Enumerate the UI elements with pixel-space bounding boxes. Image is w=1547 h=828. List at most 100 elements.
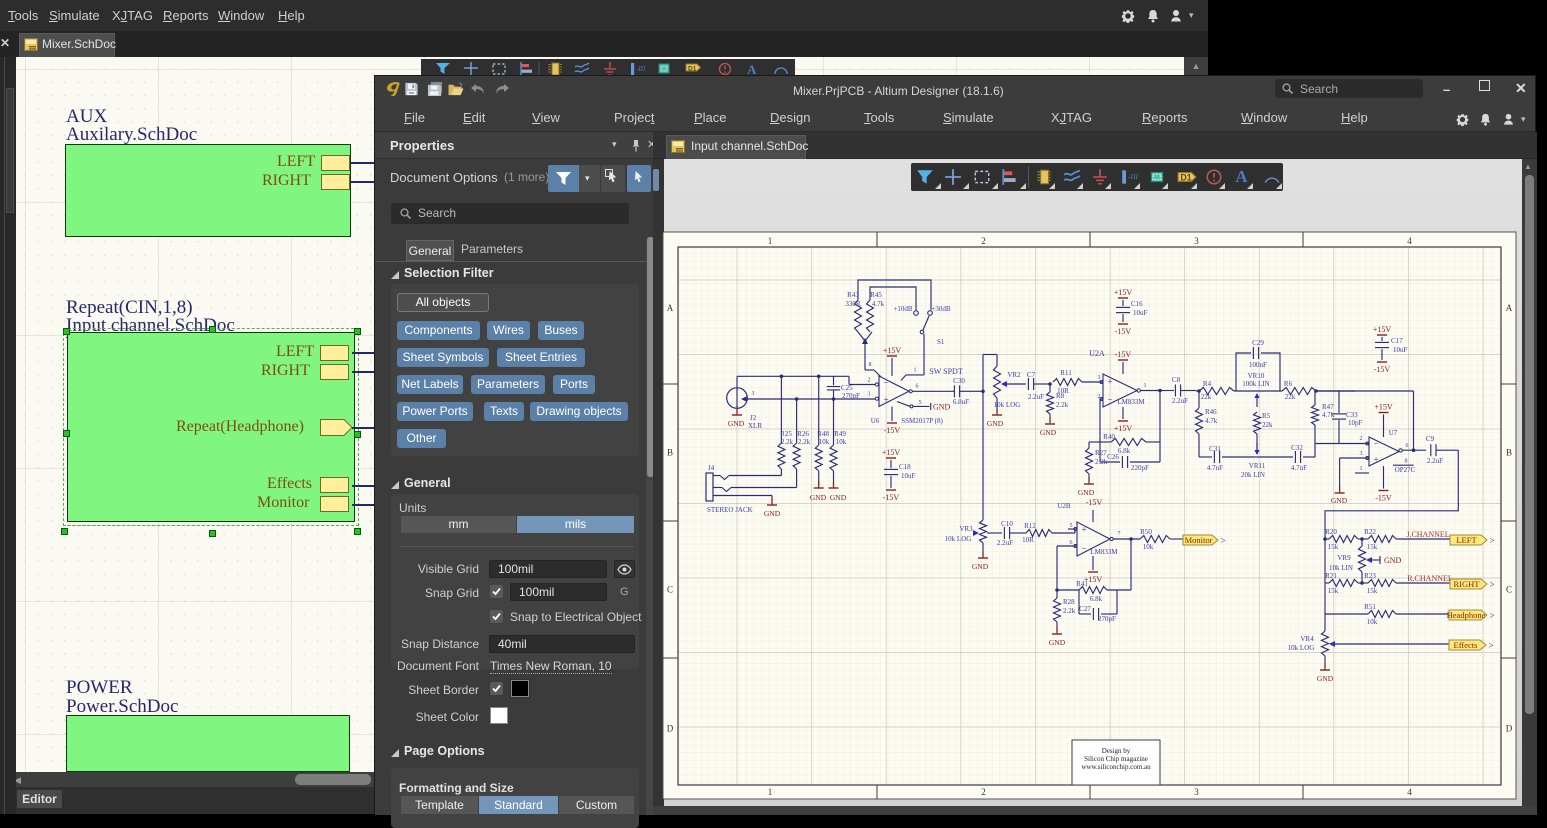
- svg-text:10R: 10R: [1022, 536, 1034, 544]
- svg-text:R40: R40: [1103, 433, 1115, 441]
- svg-text:4.7k: 4.7k: [872, 300, 885, 308]
- svg-text:+: +: [1081, 524, 1086, 534]
- svg-text:Design by: Design by: [1102, 747, 1131, 755]
- svg-text:3: 3: [1194, 236, 1199, 246]
- svg-text:100k LIN: 100k LIN: [1242, 380, 1269, 388]
- svg-text:GND: GND: [728, 419, 745, 428]
- svg-text:15k: 15k: [1328, 543, 1339, 551]
- svg-text:10k: 10k: [1143, 543, 1154, 551]
- svg-text:4.7nF: 4.7nF: [1207, 464, 1223, 472]
- svg-text:4.7k: 4.7k: [1322, 411, 1335, 419]
- svg-text:C9: C9: [1426, 435, 1435, 443]
- svg-text:R48: R48: [817, 430, 829, 438]
- svg-text:1: 1: [914, 368, 917, 374]
- svg-text:8: 8: [869, 362, 872, 368]
- svg-text:R5: R5: [1262, 412, 1271, 420]
- svg-text:10pF: 10pF: [1348, 419, 1363, 427]
- svg-text:GND: GND: [1384, 556, 1402, 565]
- svg-text:-15V: -15V: [1086, 498, 1103, 507]
- svg-text:6: 6: [1070, 540, 1073, 546]
- svg-text:>: >: [1489, 611, 1494, 621]
- svg-text:R50: R50: [1140, 528, 1152, 536]
- svg-text:2.2uF: 2.2uF: [1028, 393, 1044, 401]
- svg-text:C27: C27: [1079, 605, 1091, 613]
- svg-text:U7: U7: [1389, 429, 1398, 437]
- svg-text:-15V: -15V: [1374, 365, 1391, 374]
- svg-text:-15V: -15V: [883, 493, 900, 502]
- svg-text:2.2uF: 2.2uF: [997, 539, 1013, 547]
- svg-text:J2: J2: [750, 414, 757, 422]
- svg-text:GND: GND: [1331, 496, 1348, 505]
- svg-text:R46: R46: [1205, 408, 1217, 416]
- svg-text:Silicon Chip magazine: Silicon Chip magazine: [1084, 755, 1148, 763]
- svg-text:D: D: [667, 724, 674, 734]
- svg-text:+10dB: +10dB: [893, 305, 912, 313]
- svg-text:6.8k: 6.8k: [1118, 447, 1131, 455]
- svg-text:C26: C26: [1107, 453, 1119, 461]
- svg-text:VR2: VR2: [1007, 371, 1021, 379]
- svg-text:-15V: -15V: [1375, 494, 1392, 503]
- svg-text:10k LOG: 10k LOG: [945, 535, 972, 543]
- svg-text:C29: C29: [1252, 339, 1264, 347]
- svg-text:R25: R25: [780, 430, 792, 438]
- svg-text:5: 5: [919, 400, 922, 406]
- svg-text:4.7nF: 4.7nF: [1291, 464, 1307, 472]
- svg-text:C30: C30: [953, 377, 965, 385]
- svg-text:C18: C18: [899, 463, 911, 471]
- svg-text:+30dB: +30dB: [931, 305, 950, 313]
- svg-text:2: 2: [981, 236, 986, 246]
- svg-text:U2A: U2A: [1089, 349, 1105, 358]
- svg-text:D1: D1: [1180, 172, 1191, 182]
- svg-text:10k: 10k: [819, 438, 830, 446]
- svg-text:GND: GND: [810, 493, 827, 502]
- svg-text:D1: D1: [688, 66, 697, 73]
- svg-text:+: +: [1107, 376, 1112, 386]
- svg-text:R20: R20: [1325, 528, 1337, 536]
- svg-text:B: B: [1506, 448, 1512, 458]
- svg-text:10uF: 10uF: [1393, 346, 1408, 354]
- svg-text:-15V: -15V: [1115, 327, 1132, 336]
- svg-text:330R: 330R: [845, 300, 861, 308]
- svg-text:22k: 22k: [1262, 421, 1273, 429]
- svg-text:+15V: +15V: [883, 346, 902, 355]
- svg-text:2.2uF: 2.2uF: [1172, 397, 1188, 405]
- svg-text:2.2k: 2.2k: [1063, 607, 1076, 615]
- svg-text:+15V: +15V: [1114, 424, 1133, 433]
- svg-text:OP27C: OP27C: [1395, 466, 1416, 474]
- svg-text:8: 8: [1405, 459, 1408, 465]
- svg-text:RIGHT: RIGHT: [1454, 579, 1481, 589]
- svg-text:A: A: [1506, 303, 1513, 313]
- svg-text:270pF: 270pF: [1098, 615, 1116, 623]
- svg-text:7: 7: [1118, 531, 1121, 537]
- svg-text:C17: C17: [1391, 337, 1403, 345]
- svg-text:1: 1: [1360, 466, 1363, 472]
- svg-text:>: >: [1489, 580, 1494, 590]
- svg-text:R12: R12: [1024, 522, 1036, 530]
- svg-text:GND: GND: [972, 562, 989, 571]
- svg-text:6.8uF: 6.8uF: [953, 398, 969, 406]
- svg-text:+15V: +15V: [1373, 325, 1392, 334]
- svg-text:STEREO JACK: STEREO JACK: [707, 506, 753, 514]
- svg-text:100nF: 100nF: [1249, 361, 1267, 369]
- svg-text:3: 3: [752, 391, 755, 397]
- svg-text:LM833M: LM833M: [1090, 548, 1118, 556]
- svg-text:SW SPDT: SW SPDT: [929, 367, 963, 376]
- svg-text:2.2k: 2.2k: [781, 438, 794, 446]
- svg-text:R47: R47: [1322, 403, 1334, 411]
- svg-text:10k LIN: 10k LIN: [1329, 564, 1353, 572]
- svg-text:10k: 10k: [836, 438, 847, 446]
- svg-text:GND: GND: [830, 493, 847, 502]
- svg-text:GND: GND: [1317, 674, 1334, 683]
- svg-text:1: 1: [768, 787, 773, 797]
- svg-text:2.2k: 2.2k: [1056, 401, 1069, 409]
- svg-text:3: 3: [1194, 787, 1199, 797]
- svg-text:S1: S1: [937, 338, 945, 346]
- svg-text:3: 3: [868, 392, 871, 398]
- svg-text:-III: -III: [636, 65, 646, 73]
- svg-text:+: +: [883, 395, 888, 405]
- svg-text:B: B: [667, 448, 673, 458]
- svg-text:−: −: [1373, 438, 1378, 448]
- svg-text:−: −: [1107, 395, 1112, 405]
- svg-text:−: −: [1081, 544, 1086, 554]
- svg-text:6: 6: [1406, 443, 1409, 449]
